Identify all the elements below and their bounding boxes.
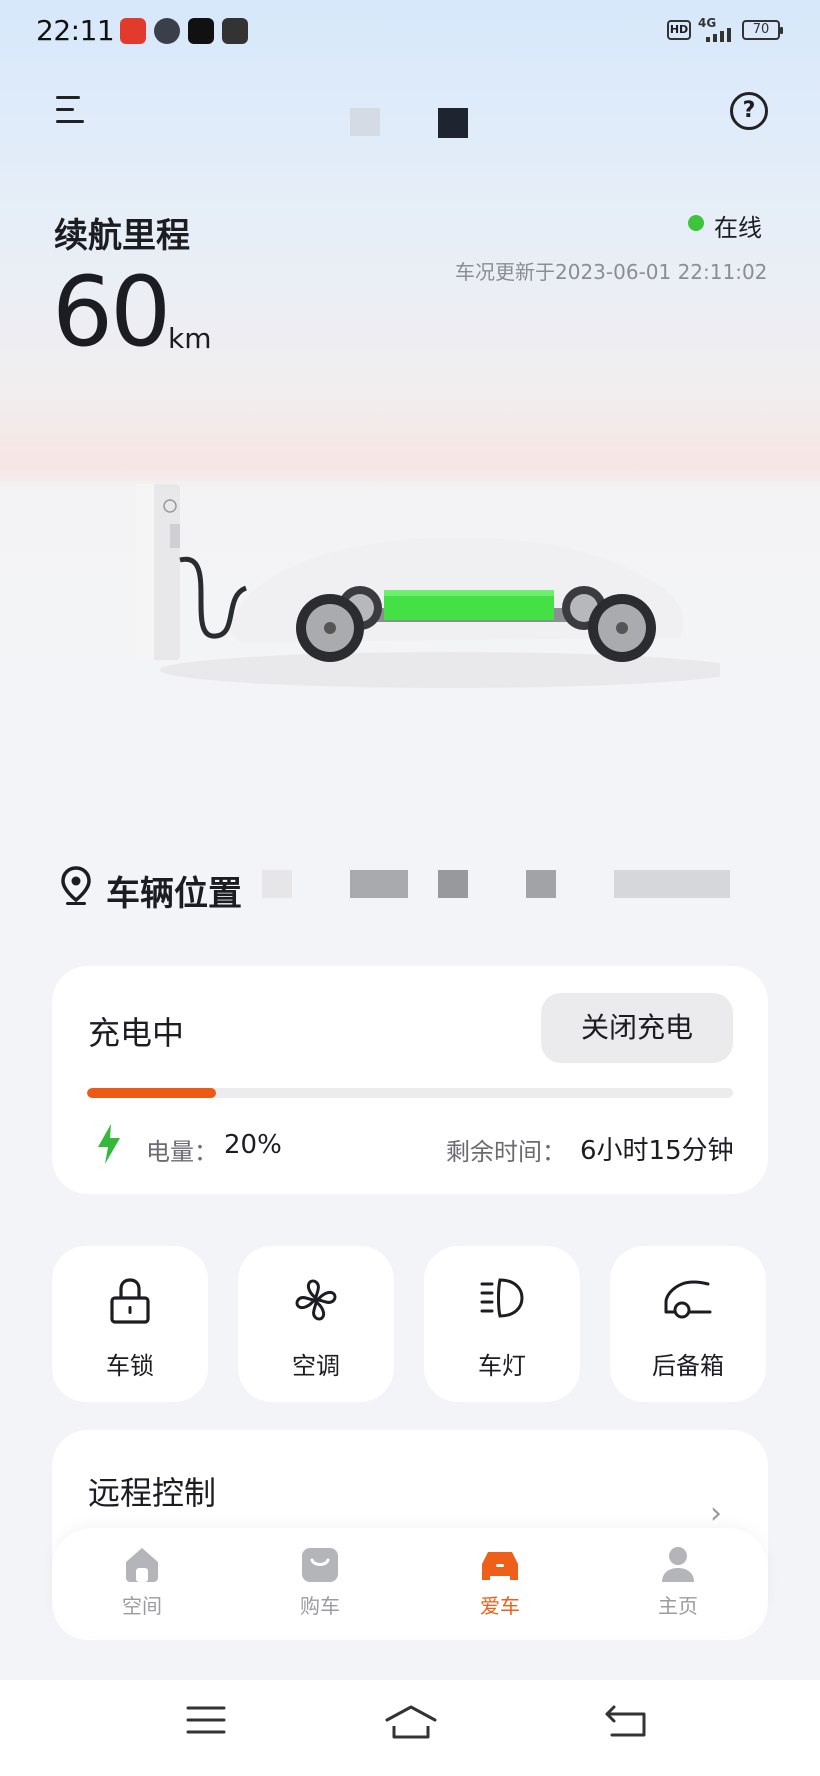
trunk-button[interactable]: 后备箱 [610, 1246, 766, 1402]
charging-status-title: 充电中 [88, 1014, 185, 1052]
car-charging-illustration [120, 470, 740, 700]
battery-icon: 70 [742, 20, 783, 40]
nav-label: 空间 [122, 1594, 162, 1618]
network-type: 4G [698, 16, 717, 30]
nav-label: 主页 [658, 1594, 698, 1618]
quick-control-label: 车灯 [478, 1352, 526, 1380]
help-icon[interactable]: ? [730, 92, 768, 130]
nav-item-profile[interactable]: 主页 [618, 1538, 738, 1628]
home-button-icon[interactable] [384, 1704, 438, 1744]
online-status: 在线 [714, 214, 762, 242]
bilibili-icon [154, 18, 180, 44]
trunk-icon [662, 1276, 714, 1324]
online-status-dot [688, 215, 704, 231]
remote-control-title: 远程控制 [88, 1474, 217, 1512]
fan-icon [292, 1276, 340, 1328]
chevron-right-icon[interactable]: › [710, 1496, 722, 1531]
update-timestamp: 车况更新于2023-06-01 22:11:02 [455, 260, 768, 284]
nav-label: 爱车 [480, 1594, 520, 1618]
location-redacted [526, 870, 556, 898]
battery-level-label: 电量： [146, 1138, 218, 1166]
remaining-time-label: 剩余时间： [446, 1138, 566, 1166]
range-value: 60 [52, 256, 171, 368]
headlight-icon [478, 1276, 526, 1324]
air-conditioner-button[interactable]: 空调 [238, 1246, 394, 1402]
lightning-icon [96, 1124, 122, 1168]
nav-item-buy-car[interactable]: 购车 [260, 1538, 380, 1628]
location-redacted [438, 870, 468, 898]
battery-level-value: 20% [224, 1130, 282, 1160]
home-icon [122, 1544, 162, 1584]
tiktok-icon [188, 18, 214, 44]
car-lock-button[interactable]: 车锁 [52, 1246, 208, 1402]
location-pin-icon [60, 866, 92, 910]
charge-progress-fill [87, 1088, 217, 1098]
bag-icon [300, 1544, 340, 1584]
vehicle-location-label[interactable]: 车辆位置 [106, 866, 242, 915]
location-redacted [262, 870, 292, 898]
range-unit: km [168, 322, 212, 355]
quick-control-label: 空调 [292, 1352, 340, 1380]
person-icon [658, 1544, 698, 1584]
location-redacted [614, 870, 730, 898]
music-icon [222, 18, 248, 44]
title-redacted-block [438, 108, 468, 138]
nav-label: 购车 [300, 1594, 340, 1618]
hd-indicator: HD [667, 20, 691, 40]
stop-charging-button[interactable]: 关闭充电 [541, 993, 733, 1063]
quick-control-label: 后备箱 [652, 1352, 724, 1380]
lock-icon [107, 1276, 153, 1328]
signal-icon: 4G [698, 16, 732, 42]
charge-progress-bar [87, 1088, 733, 1098]
title-redacted-block [350, 108, 380, 136]
back-icon[interactable] [604, 1704, 648, 1742]
nav-item-my-car[interactable]: 爱车 [440, 1538, 560, 1628]
headlight-button[interactable]: 车灯 [424, 1246, 580, 1402]
status-time: 22:11 [36, 14, 115, 47]
location-redacted [350, 870, 408, 898]
quick-control-label: 车锁 [106, 1352, 154, 1380]
recent-apps-icon[interactable] [186, 1704, 226, 1740]
remaining-time-value: 6小时15分钟 [580, 1136, 734, 1166]
range-label: 续航里程 [54, 216, 190, 256]
car-icon [480, 1544, 520, 1584]
menu-icon[interactable] [56, 96, 88, 124]
app-notification-icon [120, 18, 146, 44]
nav-item-space[interactable]: 空间 [82, 1538, 202, 1628]
